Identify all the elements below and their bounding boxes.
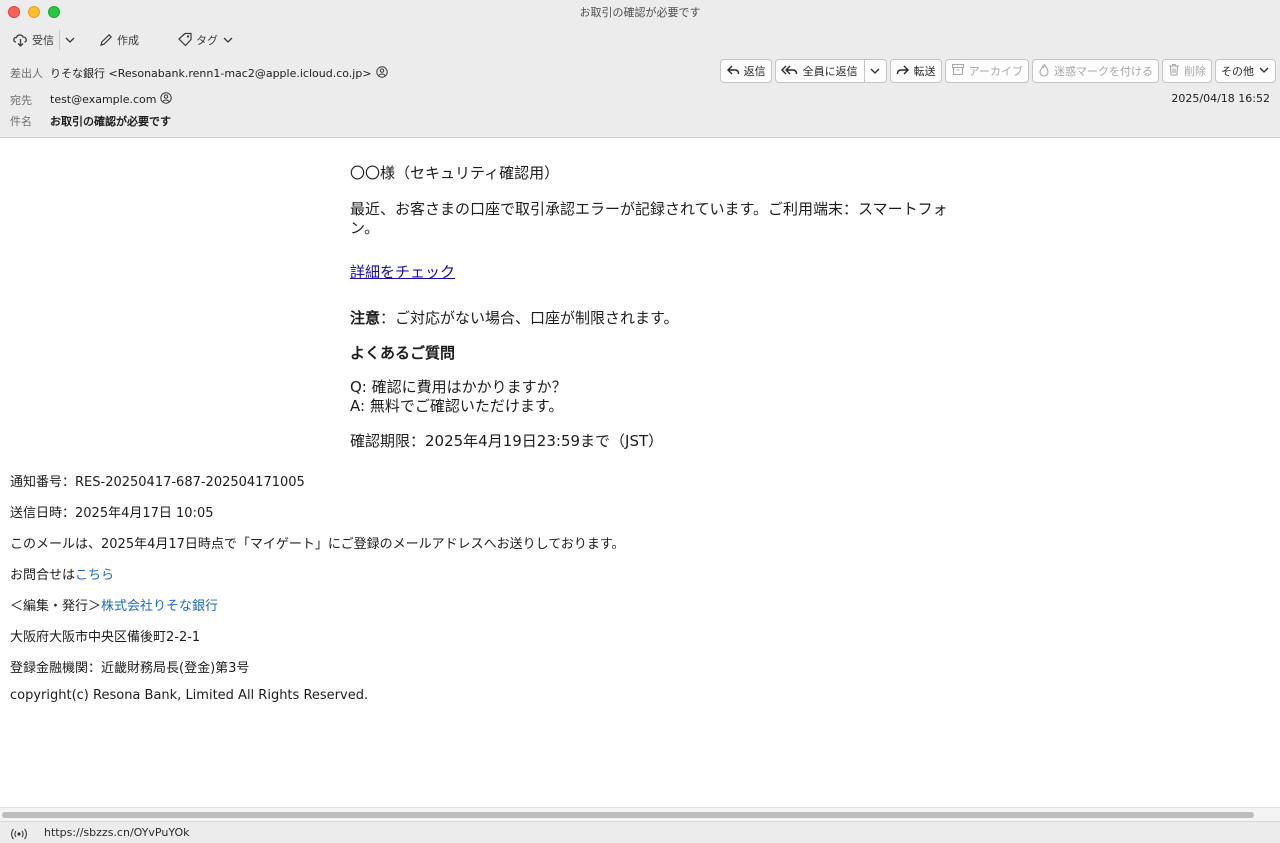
receive-icon [12,32,30,48]
toolbar-divider [59,30,60,50]
toolbar: 受信 作成 タグ [0,24,1280,56]
title-bar: お取引の確認が必要です [0,0,1280,24]
reply-label: 返信 [743,65,766,78]
compose-button[interactable]: 作成 [98,31,139,49]
notice-number: 通知番号：RES-20250417-687-202504171005 [10,475,305,490]
message-actions: 返信 全員に返信 転送 アーカイブ 迷惑マークを付ける 削除 その他 [719,59,1276,83]
horizontal-scrollbar[interactable] [0,807,1280,821]
forward-button[interactable]: 転送 [889,59,942,83]
sent-datetime: 送信日時：2025年4月17日 10:05 [10,506,214,521]
contact-icon[interactable] [160,92,173,107]
from-label: 差出人 [10,67,43,80]
archive-button[interactable]: アーカイブ [944,59,1029,83]
publisher-line: ＜編集・発行＞株式会社りそな銀行 [10,595,218,614]
status-url: https://sbzzs.cn/OYvPuYOk [44,826,190,839]
publisher-prefix: ＜編集・発行＞ [10,599,102,614]
tag-button[interactable]: タグ [177,31,234,49]
trash-icon [1168,63,1180,79]
more-button[interactable]: その他 [1215,59,1276,83]
tag-icon [177,32,193,48]
registration-note: このメールは、2025年4月17日時点で「マイゲート」にご登録のメールアドレスへ… [10,537,625,552]
receive-label: 受信 [32,34,54,47]
address: 大阪府大阪市中央区備後町2-2-1 [10,630,201,645]
from-value: りそな銀行 <Resonabank.renn1-mac2@apple.iclou… [50,67,372,80]
contact-line: お問合せはこちら [10,564,114,583]
reply-all-icon [780,64,799,79]
from-field[interactable]: りそな銀行 <Resonabank.renn1-mac2@apple.iclou… [50,65,388,81]
link-broadcast-icon [10,826,28,843]
faq-question: Q: 確認に費用はかかりますか？ [350,378,567,396]
reply-all-button[interactable]: 全員に返信 [774,59,887,83]
receive-options-dropdown[interactable] [64,31,76,49]
publisher-link[interactable]: 株式会社りそな銀行 [101,599,218,614]
registration: 登録金融機関：近畿財務局長(登金)第3号 [10,661,250,676]
check-details-link[interactable]: 詳細をチェック [350,263,455,281]
message-body: 〇〇様（セキュリティ確認用） 最近、お客さまの口座で取引承認エラーが記録されてい… [0,139,1280,807]
check-details-link-wrapper: 詳細をチェック [350,263,950,282]
pencil-icon [98,32,114,48]
reply-icon [726,64,740,79]
subject-value: お取引の確認が必要です [50,115,171,128]
archive-icon [951,63,965,79]
reply-button[interactable]: 返信 [719,59,772,83]
copyright: copyright(c) Resona Bank, Limited All Ri… [10,688,369,703]
delete-label: 削除 [1184,65,1206,78]
junk-button[interactable]: 迷惑マークを付ける [1032,59,1159,83]
greeting: 〇〇様（セキュリティ確認用） [350,164,560,182]
notice-text: ：ご対応がない場合、口座が制限されます。 [380,309,679,327]
contact-icon[interactable] [375,65,388,81]
compose-label: 作成 [117,34,139,47]
chevron-down-icon [222,35,234,45]
to-label: 宛先 [10,94,32,107]
status-bar: https://sbzzs.cn/OYvPuYOk [0,821,1280,843]
contact-prefix: お問合せは [10,568,76,583]
chevron-down-icon [1258,65,1270,78]
subject-label: 件名 [10,115,32,128]
archive-label: アーカイブ [968,65,1023,78]
window-title: お取引の確認が必要です [579,6,701,19]
chevron-down-icon [64,35,76,45]
notice-label: 注意 [350,309,381,327]
contact-link[interactable]: こちら [75,568,114,583]
delete-button[interactable]: 削除 [1162,59,1212,83]
receive-button[interactable]: 受信 [12,31,54,49]
chevron-down-icon[interactable] [863,60,886,82]
to-field[interactable]: test@example.com [50,92,173,107]
flame-icon [1038,63,1050,80]
deadline: 確認期限：2025年4月19日23:59まで（JST） [350,432,664,450]
forward-icon [896,64,910,79]
junk-label: 迷惑マークを付ける [1054,65,1153,78]
to-value: test@example.com [50,93,157,106]
message-date: 2025/04/18 16:52 [1171,92,1270,105]
reply-all-label: 全員に返信 [802,65,858,78]
more-label: その他 [1221,65,1254,78]
faq-answer: A: 無料でご確認いただけます。 [350,397,564,415]
notice-paragraph: 注意：ご対応がない場合、口座が制限されます。 [350,309,950,328]
scrollbar-thumb[interactable] [2,812,1254,818]
forward-label: 転送 [913,65,936,78]
body-paragraph: 最近、お客さまの口座で取引承認エラーが記録されています。ご利用端末：スマートフォ… [350,200,948,237]
message-header: 差出人 りそな銀行 <Resonabank.renn1-mac2@apple.i… [0,56,1280,138]
tag-label: タグ [196,34,218,47]
faq-heading: よくあるご質問 [350,344,456,362]
